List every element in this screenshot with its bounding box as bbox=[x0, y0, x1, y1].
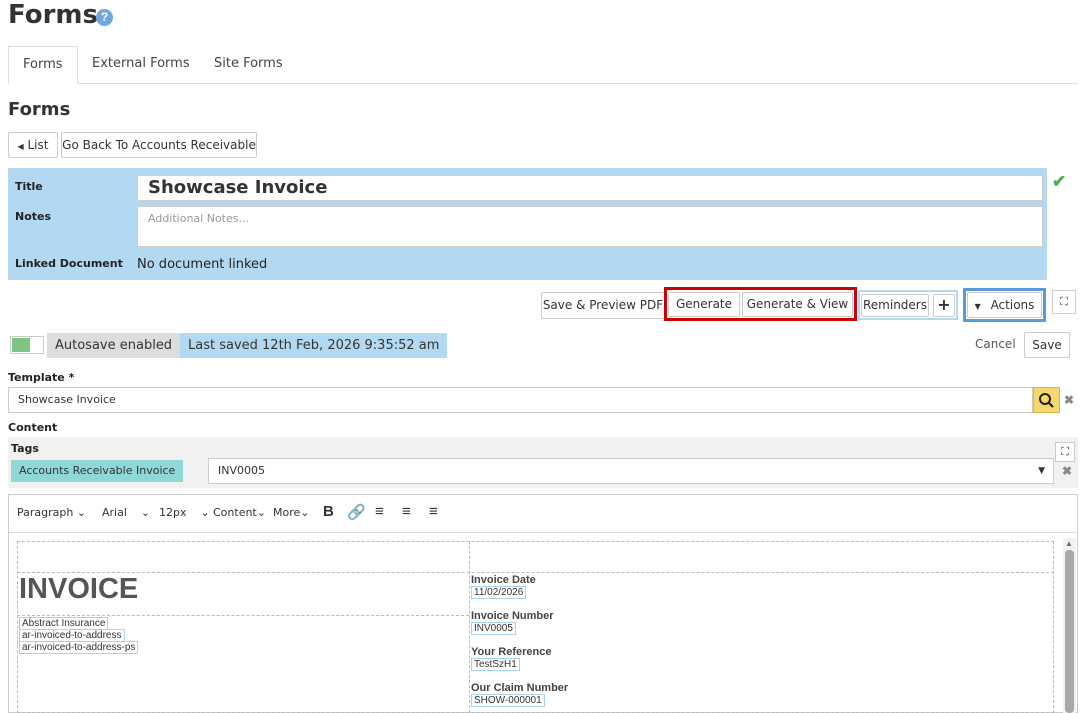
add-reminder-button[interactable]: + bbox=[933, 294, 955, 317]
linked-document-label: Linked Document bbox=[15, 257, 123, 270]
tab-forms[interactable]: Forms bbox=[8, 46, 78, 84]
align-right-icon[interactable]: ≡ bbox=[429, 503, 438, 520]
bold-icon[interactable]: B bbox=[323, 503, 334, 520]
toggle-on-indicator bbox=[12, 338, 30, 352]
tag-select[interactable]: INV0005 ▼ bbox=[208, 458, 1054, 484]
claim-number-value: SHOW-000001 bbox=[471, 694, 545, 707]
editor-toolbar: Paragraph ⌄ Arial ⌄ 12px ⌄ Content⌄ More… bbox=[9, 495, 1077, 533]
last-saved-status: Last saved 12th Feb, 2026 9:35:52 am bbox=[180, 333, 448, 358]
help-icon[interactable]: ? bbox=[96, 9, 113, 26]
generate-view-button[interactable]: Generate & View bbox=[742, 292, 853, 317]
table-divider bbox=[469, 541, 470, 713]
invoice-date-label: Invoice Date bbox=[471, 574, 536, 586]
chevron-down-icon: ⌄ bbox=[140, 506, 151, 519]
content-menu-label: Content bbox=[213, 506, 257, 519]
title-input[interactable]: Showcase Invoice bbox=[137, 175, 1043, 201]
invoice-date-value: 11/02/2026 bbox=[471, 586, 527, 599]
generate-button[interactable]: Generate bbox=[668, 292, 740, 317]
chevron-down-icon: ⌄ bbox=[76, 506, 87, 519]
content-menu[interactable]: Content⌄ bbox=[213, 506, 266, 519]
link-icon[interactable]: 🔗 bbox=[347, 503, 366, 521]
caret-down-icon: ▼ bbox=[974, 302, 981, 311]
list-button[interactable]: ◀ List bbox=[8, 132, 58, 158]
tags-expand-icon[interactable]: ⛶ bbox=[1055, 442, 1075, 462]
paragraph-label: Paragraph bbox=[17, 506, 74, 519]
your-reference-value: TestSzH1 bbox=[471, 658, 520, 671]
template-input[interactable]: Showcase Invoice bbox=[8, 387, 1033, 413]
section-title: Forms bbox=[8, 99, 71, 120]
autosave-status: Autosave enabled bbox=[47, 333, 181, 358]
chevron-down-icon: ▼ bbox=[1038, 466, 1045, 476]
scroll-up-icon[interactable]: ▲ bbox=[1065, 539, 1073, 548]
clear-template-icon[interactable]: ✖ bbox=[1064, 393, 1074, 407]
reminders-button[interactable]: Reminders bbox=[861, 294, 929, 317]
chevron-down-icon: ⌄ bbox=[300, 506, 310, 519]
font-dropdown[interactable]: Arial ⌄ bbox=[102, 506, 150, 519]
page-title: Forms bbox=[8, 0, 98, 30]
size-dropdown[interactable]: 12px ⌄ bbox=[159, 506, 210, 519]
more-menu-label: More bbox=[273, 506, 301, 519]
align-left-icon[interactable]: ≡ bbox=[375, 503, 384, 520]
your-reference-label: Your Reference bbox=[471, 646, 552, 658]
editor-scrollbar[interactable]: ▲ bbox=[1063, 538, 1076, 713]
tags-label: Tags bbox=[11, 442, 39, 455]
linked-document-value: No document linked bbox=[137, 257, 268, 272]
tag-chip[interactable]: Accounts Receivable Invoice bbox=[11, 460, 184, 482]
list-button-label: List bbox=[27, 138, 49, 152]
font-label: Arial bbox=[102, 506, 127, 519]
template-search-button[interactable] bbox=[1033, 387, 1060, 413]
notes-input[interactable]: Additional Notes... bbox=[137, 206, 1043, 247]
search-icon bbox=[1039, 393, 1054, 408]
tab-site-forms[interactable]: Site Forms bbox=[200, 46, 297, 84]
go-back-button[interactable]: Go Back To Accounts Receivable bbox=[61, 132, 257, 158]
invoice-heading: INVOICE bbox=[19, 573, 139, 605]
fullscreen-icon[interactable]: ⛶ bbox=[1052, 290, 1076, 314]
check-icon: ✔ bbox=[1052, 172, 1067, 191]
table-divider bbox=[17, 615, 469, 616]
cancel-button[interactable]: Cancel bbox=[975, 337, 1016, 351]
scroll-thumb[interactable] bbox=[1065, 550, 1074, 713]
template-label: Template * bbox=[8, 371, 75, 384]
title-label: Title bbox=[15, 180, 43, 193]
align-center-icon[interactable]: ≡ bbox=[402, 503, 411, 520]
chevron-down-icon: ⌄ bbox=[200, 506, 210, 519]
invoice-number-value: INV0005 bbox=[471, 622, 516, 635]
table-divider bbox=[17, 572, 1054, 573]
more-menu[interactable]: More⌄ bbox=[273, 506, 310, 519]
tab-external-forms[interactable]: External Forms bbox=[78, 46, 204, 84]
actions-dropdown-button[interactable]: ▼ Actions bbox=[967, 292, 1042, 318]
address-line: ar-invoiced-to-address-ps bbox=[19, 641, 139, 654]
paragraph-dropdown[interactable]: Paragraph ⌄ bbox=[17, 506, 86, 519]
chevron-down-icon: ⌄ bbox=[256, 506, 266, 519]
claim-number-label: Our Claim Number bbox=[471, 682, 569, 694]
save-button[interactable]: Save bbox=[1024, 332, 1070, 358]
notes-label: Notes bbox=[15, 210, 52, 223]
clear-tag-icon[interactable]: ✖ bbox=[1062, 464, 1072, 478]
size-label: 12px bbox=[159, 506, 187, 519]
caret-left-icon: ◀ bbox=[17, 142, 24, 151]
actions-label: Actions bbox=[990, 298, 1035, 312]
save-preview-pdf-button[interactable]: Save & Preview PDF bbox=[541, 292, 665, 319]
invoice-number-label: Invoice Number bbox=[471, 610, 554, 622]
content-label: Content bbox=[8, 421, 58, 434]
autosave-toggle[interactable] bbox=[10, 336, 44, 354]
tag-select-value: INV0005 bbox=[218, 464, 265, 477]
